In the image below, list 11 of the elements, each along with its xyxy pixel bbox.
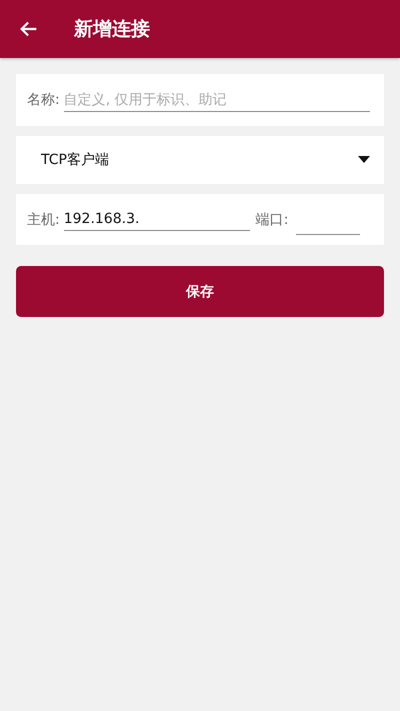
page-title: 新增连接: [74, 17, 150, 42]
port-label: 端口:: [256, 210, 288, 228]
save-button[interactable]: 保存: [16, 266, 384, 317]
host-label: 主机:: [27, 210, 60, 228]
protocol-value: TCP客户端: [41, 151, 110, 169]
name-label: 名称:: [27, 91, 60, 109]
protocol-dropdown[interactable]: TCP客户端: [16, 136, 384, 184]
name-input-field[interactable]: 自定义, 仅用于标识、助记: [64, 88, 370, 112]
host-input-field[interactable]: 192.168.3.: [64, 208, 250, 231]
name-field[interactable]: 名称: 自定义, 仅用于标识、助记: [16, 74, 384, 126]
dropdown-caret-icon: [358, 156, 370, 164]
